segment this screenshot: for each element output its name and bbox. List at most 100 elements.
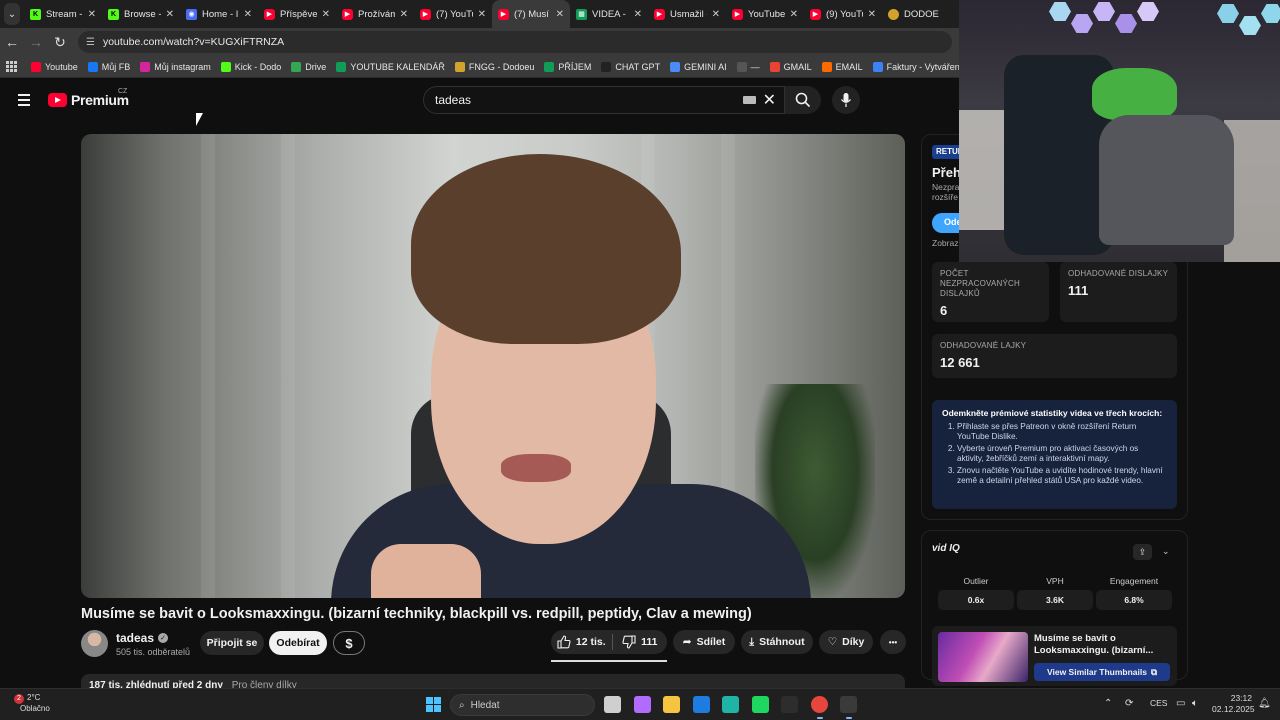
close-tab-icon[interactable]: ✕ <box>790 9 798 20</box>
chevron-down-icon[interactable]: ⌄ <box>1162 546 1170 557</box>
video-player[interactable] <box>81 134 905 598</box>
close-tab-icon[interactable]: ✕ <box>634 9 642 20</box>
bookmark-item[interactable]: EMAIL <box>818 61 867 72</box>
share-button[interactable]: ➦ Sdílet <box>673 630 735 654</box>
channel-avatar[interactable] <box>81 630 108 657</box>
thumbnail-image[interactable] <box>938 632 1028 682</box>
language-indicator[interactable]: CES <box>1150 698 1167 708</box>
subscribe-button[interactable]: Odebírat <box>269 631 327 655</box>
clock[interactable]: 23:12 02.12.2025 <box>1212 693 1255 715</box>
back-button[interactable]: ← <box>0 34 24 50</box>
edge-icon[interactable] <box>722 696 739 713</box>
browser-tab[interactable]: ▶ YouTube ✕ <box>726 0 804 28</box>
search-input[interactable]: tadeas ✕ <box>423 86 785 114</box>
tab-search-button[interactable]: ⌄ <box>4 3 20 25</box>
taskbar-search[interactable]: ⌕ Hledat <box>450 694 595 716</box>
browser-tab[interactable]: K Stream - ✕ <box>24 0 102 28</box>
thanks-dollar-button[interactable]: $ <box>333 631 365 655</box>
thanks-button[interactable]: ♡ Díky <box>819 630 873 654</box>
bookmark-item[interactable]: GMAIL <box>766 61 816 72</box>
browser-tab[interactable]: ◉ Home - I ✕ <box>180 0 258 28</box>
browser-tab[interactable]: ▶ Příspěvel ✕ <box>258 0 336 28</box>
bookmark-item[interactable]: YOUTUBE KALENDÁŘ <box>332 61 449 72</box>
browser-tab[interactable]: ▦ VIDEA - (✕ <box>570 0 648 28</box>
bookmark-favicon-icon <box>769 61 780 72</box>
channel-name[interactable]: tadeas <box>116 631 154 645</box>
close-tab-icon[interactable]: ✕ <box>556 9 564 20</box>
stat-value: 12 661 <box>940 355 980 370</box>
bookmark-label: Faktury - Vytváření <box>886 61 963 72</box>
network-icon[interactable]: ▭ <box>1176 698 1185 709</box>
yt-favicon-icon: ▶ <box>264 8 275 20</box>
chrome-icon[interactable] <box>810 696 828 713</box>
close-tab-icon[interactable]: ✕ <box>400 9 408 20</box>
dislike-button[interactable]: 111 <box>613 635 667 649</box>
download-button[interactable]: ⤓ Stáhnout <box>741 630 813 654</box>
copilot-icon[interactable] <box>633 696 651 713</box>
search-button[interactable] <box>785 86 821 114</box>
close-tab-icon[interactable]: ✕ <box>478 9 486 20</box>
bookmark-item[interactable]: Můj FB <box>84 61 135 72</box>
close-tab-icon[interactable]: ✕ <box>166 9 174 20</box>
outlook-icon[interactable] <box>692 696 710 713</box>
bookmark-item[interactable]: Faktury - Vytváření <box>869 61 967 72</box>
view-similar-thumbnails-button[interactable]: View Similar Thumbnails ⧉ <box>1034 663 1170 681</box>
bookmark-item[interactable]: — <box>733 61 764 72</box>
spotify-icon[interactable] <box>751 696 769 713</box>
start-button[interactable] <box>426 697 441 712</box>
epic-games-icon[interactable] <box>840 696 857 713</box>
browser-tab[interactable]: ▶ (9) YouTu ✕ <box>804 0 882 28</box>
volume-icon[interactable]: 🔈︎ <box>1192 698 1198 709</box>
ryd-action-button[interactable]: Ode <box>932 213 962 233</box>
more-actions-button[interactable]: ••• <box>880 630 906 654</box>
browser-tab[interactable]: ▶ (7) YouTu ✕ <box>414 0 492 28</box>
bookmark-item[interactable]: CHAT GPT <box>597 61 664 72</box>
close-tab-icon[interactable]: ✕ <box>244 9 252 20</box>
close-tab-icon[interactable]: ✕ <box>322 9 330 20</box>
clear-icon[interactable]: ✕ <box>763 90 776 110</box>
close-tab-icon[interactable]: ✕ <box>88 9 96 20</box>
bookmark-item[interactable]: PŘÍJEM <box>540 61 595 72</box>
bookmark-item[interactable]: Kick - Dodo <box>217 61 286 72</box>
browser-tab[interactable]: DODOE <box>882 0 960 28</box>
forward-button[interactable]: → <box>24 34 48 50</box>
bookmark-item[interactable]: FNGG - Dodoeu <box>451 61 539 72</box>
voice-search-button[interactable] <box>832 86 860 114</box>
bookmark-favicon-icon <box>821 61 832 72</box>
menu-icon[interactable] <box>18 94 30 109</box>
address-field[interactable]: ☰ youtube.com/watch?v=KUGXiFTRNZA <box>78 31 952 53</box>
apps-grid-icon[interactable] <box>6 60 17 73</box>
bookmark-favicon-icon <box>736 61 747 72</box>
terminal-icon[interactable] <box>781 696 798 713</box>
date: 02.12.2025 <box>1212 704 1255 714</box>
like-button[interactable]: 12 tis. <box>551 634 613 650</box>
curtain-stripe <box>281 134 295 598</box>
tab-label: Stream - <box>46 8 83 20</box>
vidiq-share-button[interactable]: ⇪ <box>1133 544 1152 560</box>
site-info-icon[interactable]: ☰ <box>86 37 95 48</box>
browser-tab[interactable]: ▶ Usmažil - ✕ <box>648 0 726 28</box>
reload-button[interactable]: ↻ <box>48 34 72 51</box>
task-view-icon[interactable] <box>604 696 621 713</box>
hex-light <box>1137 2 1159 21</box>
browser-tab[interactable]: ▶ Prožívám ✕ <box>336 0 414 28</box>
bookmark-item[interactable]: Drive <box>287 61 330 72</box>
sync-icon[interactable]: ⟳ <box>1125 698 1133 709</box>
bookmarks-list: Youtube Můj FB Můj instagram Kick - Dodo Dri… <box>27 61 1040 72</box>
ryd-show-link[interactable]: Zobraz <box>932 238 958 248</box>
join-button[interactable]: Připojit se <box>200 631 264 655</box>
bookmark-item[interactable]: Můj instagram <box>136 61 215 72</box>
bookmark-item[interactable]: Youtube <box>27 61 82 72</box>
youtube-logo[interactable]: Premium CZ <box>48 88 129 108</box>
bookmark-item[interactable]: GEMINI AI <box>666 61 731 72</box>
keyboard-icon[interactable] <box>743 96 756 104</box>
notification-bell-icon[interactable]: 🔔︎ <box>1258 698 1271 709</box>
explorer-icon[interactable] <box>663 696 680 713</box>
close-tab-icon[interactable]: ✕ <box>868 9 876 20</box>
browser-tab[interactable]: ▶ (7) Musí ✕ <box>492 0 570 28</box>
weather-widget[interactable]: 2 2°C Oblačno <box>14 693 50 714</box>
chevron-up-icon[interactable]: ⌃ <box>1104 698 1112 709</box>
close-tab-icon[interactable]: ✕ <box>712 9 720 20</box>
browser-tab[interactable]: K Browse - ✕ <box>102 0 180 28</box>
metric-value-outlier: 0.6x <box>938 590 1014 610</box>
